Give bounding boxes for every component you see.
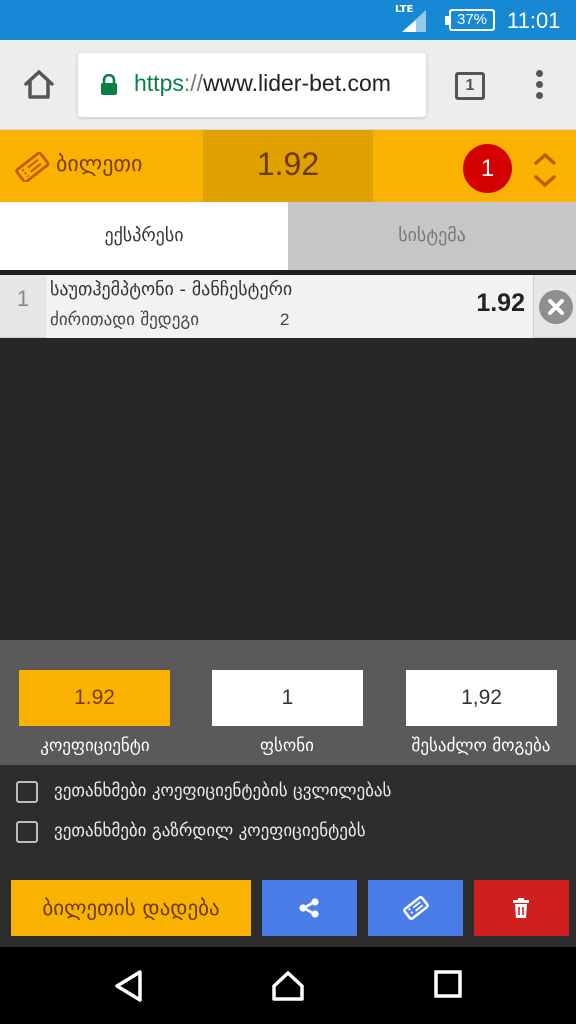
- home-icon[interactable]: [22, 67, 56, 101]
- ticket-icon: [403, 896, 429, 920]
- saved-ticket-button[interactable]: [368, 880, 463, 936]
- total-odds-box: 1.92: [203, 130, 373, 202]
- bet-odds: 1.92: [476, 289, 525, 317]
- odds-field: 1.92: [19, 670, 170, 726]
- back-icon[interactable]: [113, 969, 145, 1003]
- home-nav-icon[interactable]: [271, 969, 305, 1003]
- battery-level: 37%: [456, 11, 488, 28]
- ticket-empty-area: [0, 338, 576, 640]
- tab-express[interactable]: ექსპრესი: [0, 202, 288, 270]
- close-icon: [548, 299, 564, 315]
- bet-market: ძირითადი შედეგი: [50, 310, 200, 330]
- signal-icon: [402, 10, 426, 32]
- lock-icon: [101, 74, 117, 95]
- tab-switcher-button[interactable]: 1: [455, 72, 485, 100]
- selection-count-badge: 1: [463, 144, 512, 193]
- url-scheme: https: [134, 70, 184, 96]
- total-odds: 1.92: [256, 146, 320, 182]
- share-button[interactable]: [262, 880, 357, 936]
- ticket-icon: [15, 152, 50, 182]
- remove-bet-button[interactable]: [539, 290, 573, 324]
- ticket-title: ბილეთი: [56, 152, 143, 177]
- browser-toolbar: https://www.lider-bet.com 1: [0, 40, 576, 130]
- stake-input[interactable]: 1: [212, 670, 363, 726]
- bet-match: საუთჰემპტონი - მანჩესტერი: [50, 279, 293, 300]
- bet-index: 1: [16, 286, 30, 311]
- accept-increased-odds-label: ვეთანხმები გაზრდილ კოეფიციენტებს: [54, 821, 366, 841]
- battery-indicator: 37%: [445, 9, 495, 31]
- clock: 11:01: [507, 8, 561, 33]
- accept-increased-odds-checkbox[interactable]: [16, 821, 38, 843]
- odds-label: კოეფიციენტი: [40, 736, 150, 756]
- possible-win-label: შესაძლო მოგება: [411, 736, 551, 756]
- expand-collapse-icon[interactable]: [531, 150, 559, 190]
- place-bet-button[interactable]: ბილეთის დადება: [11, 880, 251, 936]
- recent-apps-icon[interactable]: [433, 969, 463, 999]
- address-bar[interactable]: https://www.lider-bet.com: [78, 53, 426, 117]
- url-text: https://www.lider-bet.com: [134, 70, 391, 97]
- bet-pick: 2: [280, 310, 290, 329]
- trash-icon: [513, 898, 529, 918]
- delete-ticket-button[interactable]: [474, 880, 569, 936]
- url-host: www.lider-bet.com: [203, 70, 391, 96]
- possible-win-field: 1,92: [406, 670, 557, 726]
- action-row: ბილეთის დადება: [0, 869, 576, 947]
- accept-odds-change-checkbox[interactable]: [16, 781, 38, 803]
- bet-type-tabs: ექსპრესი სისტემა: [0, 202, 576, 270]
- share-icon: [299, 898, 319, 918]
- overflow-menu-icon[interactable]: [530, 70, 548, 102]
- confirmation-options: ვეთანხმები კოეფიციენტების ცვლილებას ვეთა…: [0, 765, 576, 869]
- bet-details: საუთჰემპტონი - მანჩესტერი ძირითადი შედეგ…: [46, 275, 534, 338]
- accept-odds-change-label: ვეთანხმები კოეფიციენტების ცვლილებას: [54, 781, 392, 801]
- url-separator: ://: [183, 70, 204, 96]
- status-bar: LTE 37% 11:01: [0, 0, 576, 40]
- stake-panel: 1.92 1 1,92 კოეფიციენტი ფსონი შესაძლო მო…: [0, 640, 576, 765]
- stake-label: ფსონი: [260, 736, 314, 756]
- bet-row: 1 საუთჰემპტონი - მანჩესტერი ძირითადი შედ…: [0, 275, 576, 338]
- app-root: LTE 37% 11:01 https://www.lider-bet.com …: [0, 0, 576, 1024]
- system-navigation-bar: [0, 947, 576, 1024]
- tab-system[interactable]: სისტემა: [288, 202, 576, 270]
